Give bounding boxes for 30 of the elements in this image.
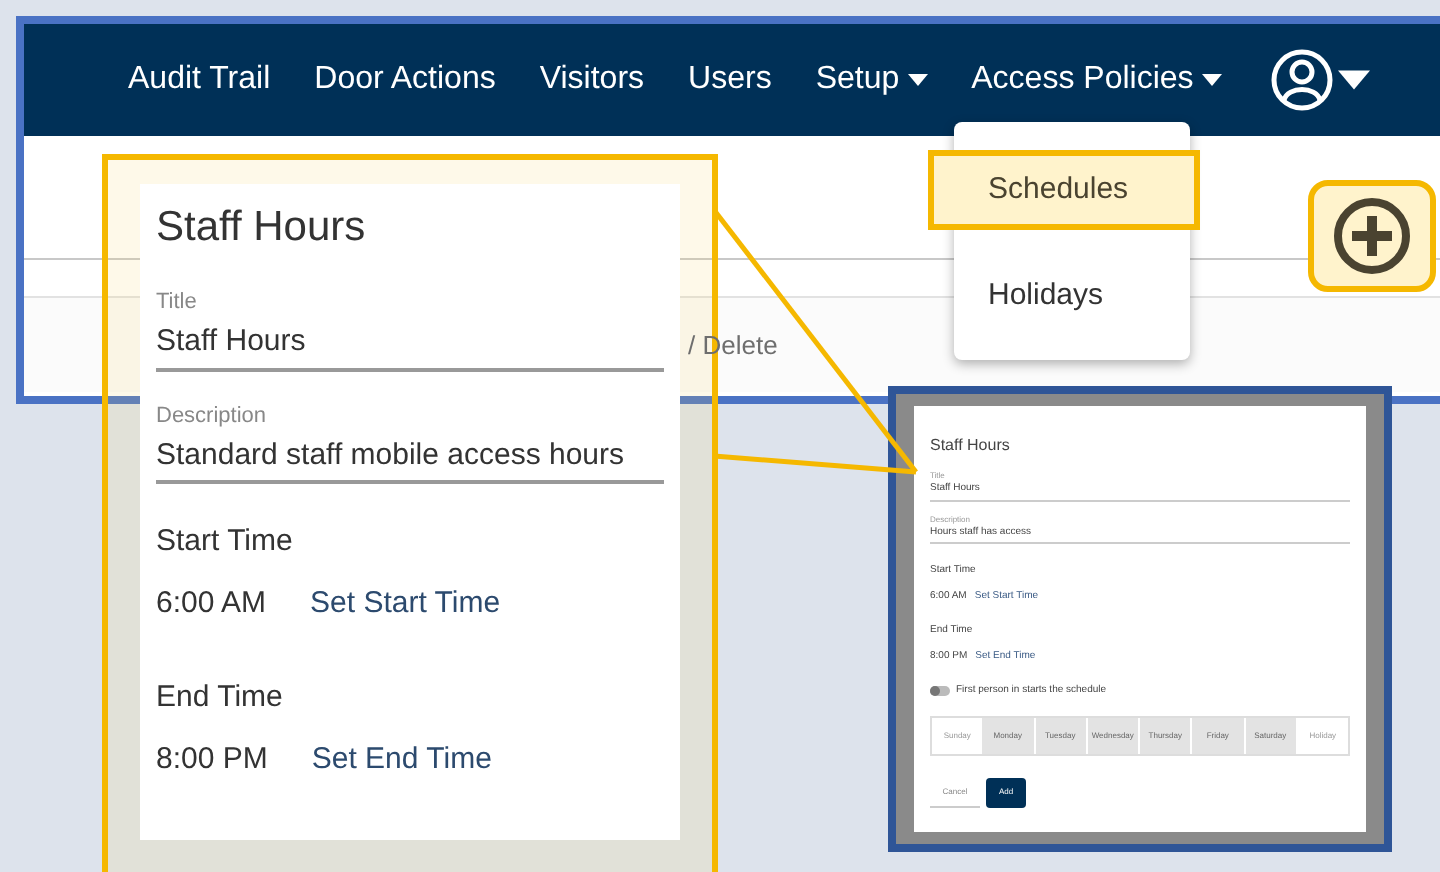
field-label: Description [156, 403, 269, 431]
field-label: Title [156, 290, 199, 318]
field-value: Staff Hours [156, 324, 308, 362]
user-icon [1269, 48, 1334, 112]
dialog-title: Staff Hours [930, 434, 1012, 458]
nav-link[interactable]: Door Actions [314, 56, 496, 104]
nav-link[interactable]: Visitors [539, 56, 645, 104]
plus-circle-icon [1332, 196, 1412, 276]
time-value: 6:00 AM [156, 586, 267, 624]
text-field[interactable]: Description Standard staff mobile access hours [156, 403, 664, 485]
text-field[interactable]: Title Staff Hours [156, 290, 664, 372]
time-label: End Time [156, 679, 285, 717]
menu-item[interactable]: Schedules [928, 150, 1200, 230]
nav-link[interactable]: Users [688, 56, 772, 104]
caret-icon [907, 74, 928, 86]
account-button[interactable] [1269, 48, 1370, 112]
caret-icon [1337, 70, 1370, 90]
nav-link[interactable]: Audit Trail [128, 56, 271, 104]
nav-link[interactable]: Access Policies [971, 56, 1222, 104]
set-time-link[interactable]: Set Start Time [310, 586, 501, 624]
time-value: 8:00 PM [156, 741, 268, 779]
add-button[interactable] [1332, 196, 1412, 276]
form-title: Staff Hours [156, 202, 368, 254]
menu-item[interactable]: Holidays [954, 256, 1190, 336]
field-value: Standard staff mobile access hours [156, 437, 627, 475]
toggle-switch[interactable] [930, 686, 950, 697]
set-time-link[interactable]: Set End Time [311, 741, 492, 779]
caret-icon [1201, 74, 1222, 86]
nav-link[interactable]: Setup [815, 56, 928, 104]
time-label: Start Time [156, 524, 295, 562]
